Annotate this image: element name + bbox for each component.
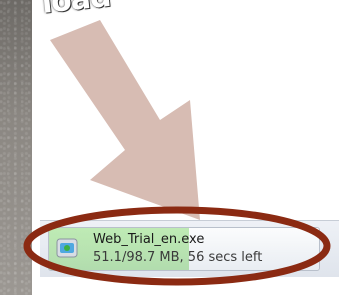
installer-file-icon — [56, 238, 78, 258]
download-item[interactable]: Web_Trial_en.exe 51.1/98.7 MB, 56 secs l… — [48, 227, 320, 271]
download-menu-chevron-icon[interactable]: ▾ — [322, 241, 332, 251]
download-bar: Web_Trial_en.exe 51.1/98.7 MB, 56 secs l… — [40, 220, 339, 277]
arrow-shape — [50, 20, 200, 220]
download-file-name: Web_Trial_en.exe — [93, 232, 205, 247]
pointer-arrow — [50, 20, 200, 220]
download-status: 51.1/98.7 MB, 56 secs left — [93, 250, 263, 265]
